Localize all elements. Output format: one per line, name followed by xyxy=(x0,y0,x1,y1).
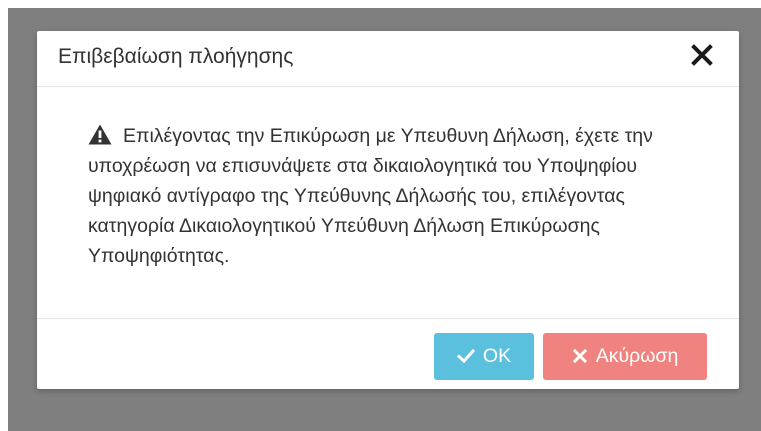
dialog-body: Επιλέγοντας την Επικύρωση με Υπευθυνη Δή… xyxy=(37,87,739,319)
dialog-title: Επιβεβαίωση πλοήγησης xyxy=(58,45,294,68)
navigation-confirm-dialog: Επιβεβαίωση πλοήγησης Επιλέγοντας την Επ… xyxy=(37,31,739,389)
close-button[interactable] xyxy=(687,40,717,70)
ok-button-label: OK xyxy=(482,345,512,367)
cancel-button-label: Ακύρωση xyxy=(595,345,679,367)
warning-triangle-icon xyxy=(88,124,112,145)
ok-button[interactable]: OK xyxy=(434,333,534,380)
cancel-button[interactable]: Ακύρωση xyxy=(543,333,707,380)
x-icon xyxy=(572,348,588,364)
close-icon xyxy=(687,40,717,70)
dialog-footer: OK Ακύρωση xyxy=(37,318,739,390)
check-icon xyxy=(456,348,475,364)
dialog-message: Επιλέγοντας την Επικύρωση με Υπευθυνη Δή… xyxy=(88,125,653,267)
dialog-message-paragraph: Επιλέγοντας την Επικύρωση με Υπευθυνη Δή… xyxy=(88,121,688,271)
dialog-header: Επιβεβαίωση πλοήγησης xyxy=(37,31,739,87)
